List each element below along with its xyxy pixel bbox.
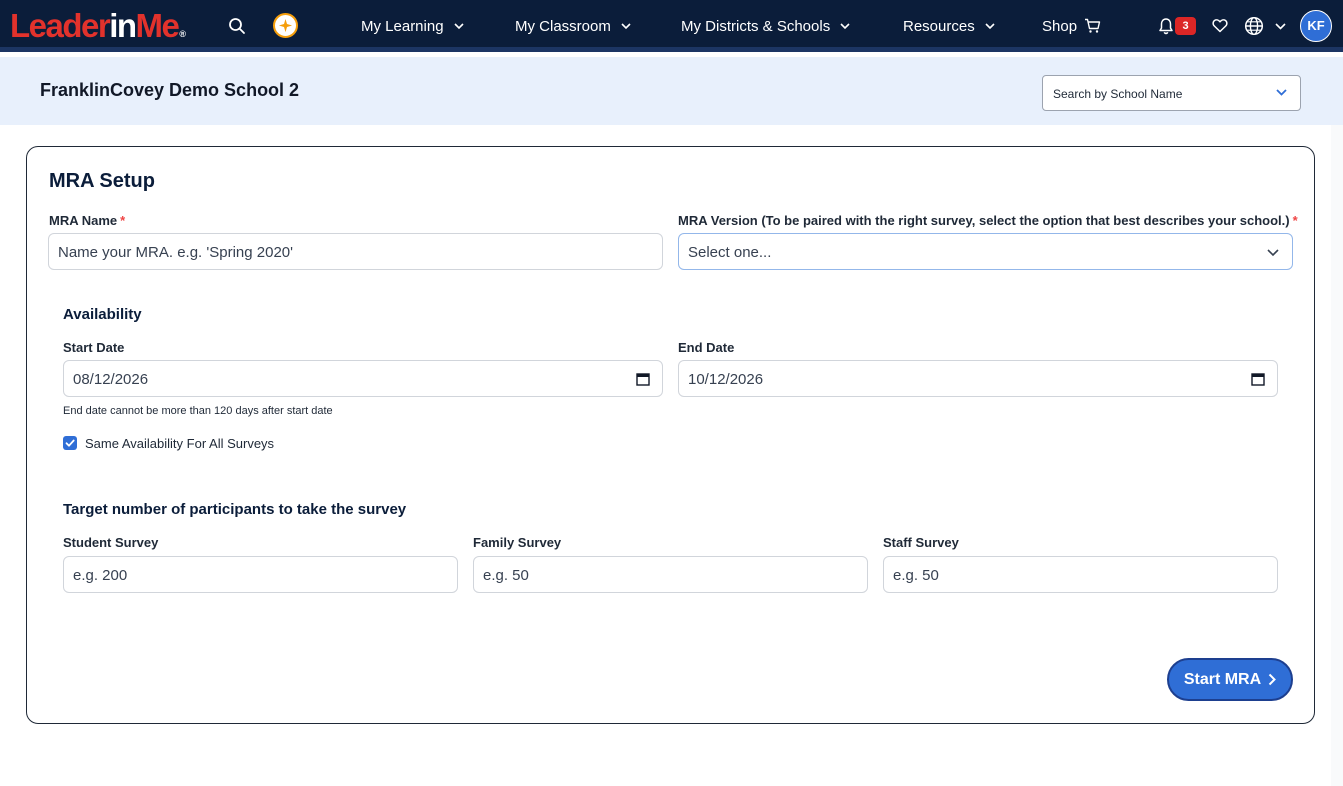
chevron-down-icon [1267, 249, 1279, 257]
logo-registered-mark: ® [179, 29, 187, 39]
mra-version-select[interactable]: Select one... [678, 233, 1293, 270]
staff-survey-label: Staff Survey [883, 535, 959, 550]
leader-in-me-logo[interactable]: Leader in Me ® [10, 8, 186, 44]
start-mra-label: Start MRA [1183, 670, 1262, 688]
participants-heading: Target number of participants to take th… [63, 501, 407, 518]
mra-name-label: MRA Name * [49, 213, 125, 228]
checkmark-icon [65, 439, 75, 447]
student-survey-placeholder: e.g. 200 [73, 567, 128, 584]
family-survey-placeholder: e.g. 50 [483, 567, 529, 584]
student-survey-input[interactable]: e.g. 200 [63, 556, 458, 593]
calendar-icon[interactable] [636, 372, 650, 386]
mra-version-selected: Select one... [688, 244, 772, 261]
mra-version-label-text: MRA Version (To be paired with the right… [678, 213, 1290, 228]
school-search-placeholder: Search by School Name [1053, 87, 1183, 101]
staff-survey-input[interactable]: e.g. 50 [883, 556, 1278, 593]
school-name-heading: FranklinCovey Demo School 2 [40, 80, 300, 100]
student-survey-label: Student Survey [63, 535, 159, 550]
page-scroll-gutter [1331, 125, 1343, 786]
end-date-input[interactable]: 10/12/2026 [678, 360, 1278, 397]
date-range-hint: End date cannot be more than 120 days af… [63, 405, 333, 417]
notification-count-badge: 3 [1175, 17, 1196, 35]
chevron-down-icon [840, 23, 850, 30]
chevron-right-icon [1268, 673, 1277, 686]
nav-resources-label: Resources [903, 17, 975, 35]
start-date-label: Start Date [63, 340, 125, 355]
nav-resources[interactable]: Resources [903, 16, 995, 36]
same-availability-checkbox[interactable] [63, 436, 77, 450]
chevron-down-icon [985, 23, 995, 30]
chevron-down-icon [621, 23, 631, 30]
heart-icon[interactable] [1212, 18, 1228, 33]
school-search-dropdown[interactable]: Search by School Name [1042, 75, 1301, 111]
nav-my-classroom[interactable]: My Classroom [515, 16, 631, 36]
logo-text-in: in [109, 7, 137, 44]
nav-my-learning-label: My Learning [361, 17, 444, 35]
nav-my-districts-schools-label: My Districts & Schools [681, 17, 831, 35]
start-date-value: 08/12/2026 [73, 371, 149, 388]
top-navigation: Leader in Me ® My Learning My Classroom My … [0, 0, 1343, 52]
required-asterisk: * [1292, 213, 1298, 228]
chevron-down-icon [453, 23, 464, 30]
mra-name-placeholder: Name your MRA. e.g. 'Spring 2020' [58, 244, 294, 261]
chevron-down-icon[interactable] [1275, 21, 1286, 31]
sparkle-icon [278, 18, 293, 33]
user-avatar[interactable]: KF [1300, 10, 1332, 42]
family-survey-input[interactable]: e.g. 50 [473, 556, 868, 593]
start-date-input[interactable]: 08/12/2026 [63, 360, 663, 397]
chevron-down-icon [1276, 89, 1287, 96]
logo-text-me: Me [135, 7, 180, 44]
nav-my-districts-schools[interactable]: My Districts & Schools [681, 16, 850, 36]
availability-heading: Availability [63, 306, 142, 323]
search-icon[interactable] [228, 17, 246, 35]
family-survey-label: Family Survey [473, 535, 562, 550]
nav-my-classroom-label: My Classroom [515, 17, 611, 35]
logo-text-leader: Leader [10, 7, 111, 44]
end-date-label: End Date [678, 340, 735, 355]
nav-my-learning[interactable]: My Learning [361, 16, 464, 36]
mra-version-label: MRA Version (To be paired with the right… [678, 213, 1298, 228]
mra-name-label-text: MRA Name [49, 213, 118, 228]
end-date-value: 10/12/2026 [688, 371, 764, 388]
nav-shop-label: Shop [1042, 17, 1078, 35]
mra-name-input[interactable]: Name your MRA. e.g. 'Spring 2020' [48, 233, 663, 270]
page-title: MRA Setup [49, 170, 155, 192]
calendar-icon[interactable] [1251, 372, 1265, 386]
same-availability-label[interactable]: Same Availability For All Surveys [85, 436, 274, 451]
globe-icon[interactable] [1244, 16, 1264, 36]
cart-icon [1085, 18, 1101, 33]
bell-icon[interactable] [1158, 17, 1174, 35]
nav-shop[interactable]: Shop [1042, 16, 1101, 36]
ai-assistant-button[interactable] [273, 13, 298, 38]
start-mra-button[interactable]: Start MRA [1167, 658, 1293, 701]
same-availability-checkbox-row[interactable]: Same Availability For All Surveys [63, 435, 274, 451]
staff-survey-placeholder: e.g. 50 [893, 567, 939, 584]
required-asterisk: * [120, 213, 126, 228]
